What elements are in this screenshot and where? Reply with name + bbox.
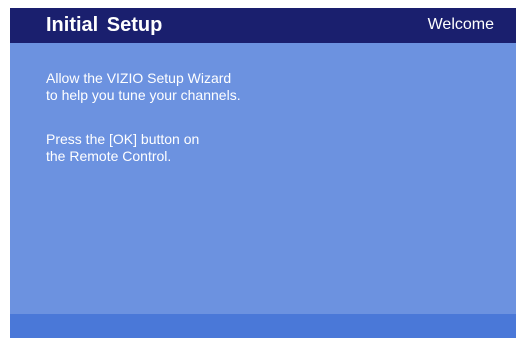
footer-bar	[10, 314, 516, 338]
setup-screen: Initial Setup Welcome Allow the VIZIO Se…	[10, 8, 516, 338]
wizard-intro-text: Allow the VIZIO Setup Wizard to help you…	[46, 70, 241, 104]
page-title: Initial Setup	[46, 14, 163, 36]
header-bar: Initial Setup Welcome	[10, 8, 516, 43]
instruction-text: Press the [OK] button on the Remote Cont…	[46, 131, 199, 165]
instruction-line-2: the Remote Control.	[46, 148, 172, 164]
intro-line-2: to help you tune your channels.	[46, 87, 241, 103]
instruction-line-1: Press the [OK] button on	[46, 131, 200, 147]
intro-line-1: Allow the VIZIO Setup Wizard	[46, 70, 232, 86]
step-label: Welcome	[427, 16, 494, 33]
